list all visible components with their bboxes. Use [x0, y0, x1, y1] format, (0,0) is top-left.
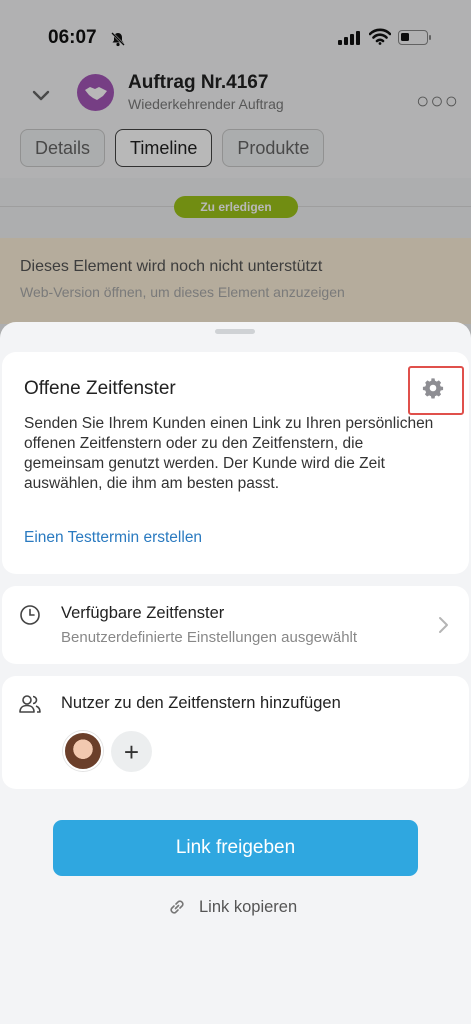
add-users-card: Nutzer zu den Zeitfenstern hinzufügen + — [2, 676, 469, 789]
card-description: Senden Sie Ihrem Kunden einen Link zu Ih… — [24, 415, 434, 492]
copy-link-button[interactable]: Link kopieren — [167, 897, 297, 917]
gear-icon[interactable] — [422, 377, 444, 399]
clock-icon — [20, 605, 40, 625]
users-icon — [19, 695, 41, 713]
slots-title: Verfügbare Zeitfenster — [61, 604, 225, 622]
bottom-sheet: Offene Zeitfenster Senden Sie Ihrem Kund… — [0, 322, 471, 1024]
share-link-button[interactable]: Link freigeben — [53, 820, 418, 876]
card-title: Offene Zeitfenster — [24, 378, 176, 399]
create-test-appointment-link[interactable]: Einen Testtermin erstellen — [24, 529, 202, 547]
open-slots-card: Offene Zeitfenster Senden Sie Ihrem Kund… — [2, 352, 469, 574]
users-title: Nutzer zu den Zeitfenstern hinzufügen — [61, 694, 341, 712]
avatar[interactable] — [63, 731, 103, 771]
link-icon — [170, 900, 184, 914]
sheet-grabber[interactable] — [215, 329, 255, 334]
add-user-button[interactable]: + — [111, 731, 152, 772]
slots-subtitle: Benutzerdefinierte Einstellungen ausgewä… — [61, 629, 358, 646]
chevron-right-icon — [439, 617, 448, 633]
available-slots-row[interactable]: Verfügbare Zeitfenster Benutzerdefiniert… — [2, 586, 469, 664]
copy-link-label: Link kopieren — [199, 897, 298, 916]
